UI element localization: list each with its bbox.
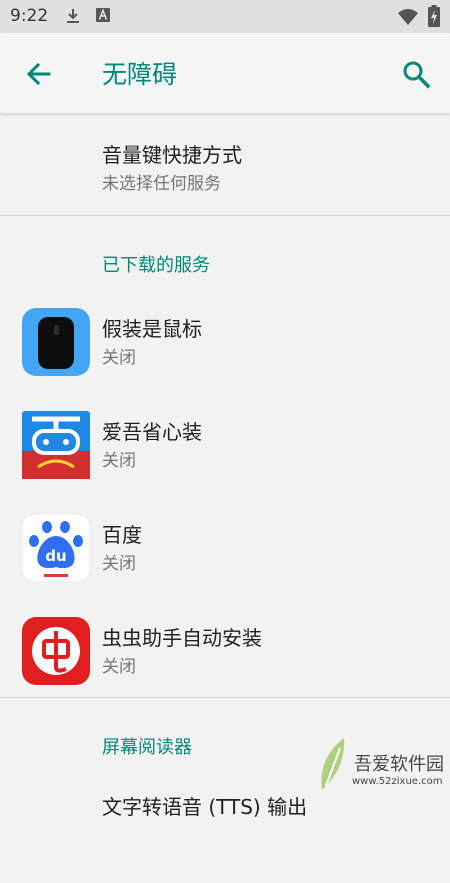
service-item-chongchong[interactable]: 虫虫助手自动安装 关闭 [0, 601, 450, 701]
wifi-icon [398, 9, 418, 25]
back-arrow-icon[interactable] [24, 59, 54, 89]
tts-output-item[interactable]: 文字转语音 (TTS) 输出 [0, 783, 450, 883]
baidu-paw-icon: du [22, 514, 90, 582]
service-status: 关闭 [102, 657, 136, 677]
tts-output-title: 文字转语音 (TTS) 输出 [102, 795, 308, 819]
watermark-url: www.52zixue.com [352, 776, 443, 787]
divider [0, 697, 450, 698]
service-status: 关闭 [102, 451, 136, 471]
volume-shortcut-summary: 未选择任何服务 [102, 174, 221, 194]
service-title: 百度 [102, 523, 142, 547]
service-title: 虫虫助手自动安装 [102, 626, 262, 650]
service-item-baidu[interactable]: du 百度 关闭 [0, 498, 450, 598]
screen-reader-header: 屏幕阅读器 [102, 737, 192, 758]
page-title: 无障碍 [102, 60, 178, 89]
divider [0, 215, 450, 216]
status-time: 9:22 [10, 6, 49, 26]
status-bar: 9:22 [0, 0, 450, 33]
service-status: 关闭 [102, 554, 136, 574]
watermark-brand: 吾爱软件园 [354, 754, 444, 775]
download-icon [67, 9, 79, 23]
service-title: 假装是鼠标 [102, 317, 202, 341]
search-icon[interactable] [400, 58, 432, 90]
service-title: 爱吾省心装 [102, 420, 202, 444]
volume-shortcut-title: 音量键快捷方式 [102, 143, 242, 167]
battery-charging-icon [428, 5, 440, 27]
fake-mouse-app-icon [22, 308, 90, 376]
volume-shortcut-item[interactable]: 音量键快捷方式 未选择任何服务 [0, 113, 450, 213]
app-bar: 无障碍 [0, 33, 450, 113]
service-item-fake-mouse[interactable]: 假装是鼠标 关闭 [0, 292, 450, 392]
accessibility-list: 音量键快捷方式 未选择任何服务 已下载的服务 假装是鼠标 关闭 爱吾省心装 关闭 [0, 113, 450, 819]
watermark-logo: 吾爱软件园 www.52zixue.com [314, 728, 444, 798]
aiwu-app-icon [22, 411, 90, 479]
downloaded-services-header: 已下载的服务 [102, 255, 210, 276]
svg-text:du: du [45, 547, 66, 565]
service-status: 关闭 [102, 348, 136, 368]
keyboard-a-icon [96, 8, 110, 22]
chongchong-app-icon [22, 617, 90, 685]
service-item-aiwu[interactable]: 爱吾省心装 关闭 [0, 395, 450, 495]
